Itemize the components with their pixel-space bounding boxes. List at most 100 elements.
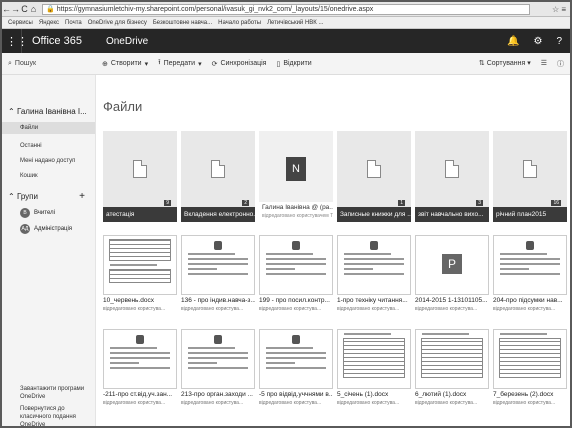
- folder-tile[interactable]: 16 річний план2015: [493, 131, 567, 222]
- group-label: Вчителі: [34, 210, 55, 216]
- avatar: В: [20, 208, 30, 218]
- file-card[interactable]: 213-про орган.заходи ... відредаговано к…: [181, 329, 255, 409]
- folder-name: річний план2015: [493, 207, 567, 222]
- create-label: Створити: [110, 60, 142, 67]
- file-card[interactable]: 204-про підсумки нав... відредаговано ко…: [493, 235, 567, 315]
- nav-files[interactable]: Файли: [2, 122, 95, 134]
- group-item[interactable]: АД Адміністрація: [20, 224, 95, 234]
- nav-recycle[interactable]: Кошик: [20, 173, 95, 179]
- file-card[interactable]: 5_січень (1).docx відредаговано користув…: [337, 329, 411, 409]
- group-item[interactable]: В Вчителі: [20, 208, 95, 218]
- powerpoint-icon: P: [442, 254, 462, 274]
- file-card[interactable]: -5 про відвід.уччнями в... відредаговано…: [259, 329, 333, 409]
- groups-label: Групи: [16, 192, 38, 201]
- file-card[interactable]: 136 - про індив.навча-з... відредаговано…: [181, 235, 255, 315]
- document-preview: [103, 235, 177, 295]
- nav-recent[interactable]: Останні: [20, 143, 95, 149]
- sort-label: Сортування: [486, 59, 526, 67]
- page-title: Файли: [103, 99, 143, 114]
- add-group-icon[interactable]: +: [79, 191, 85, 202]
- file-name: -5 про відвід.уччнями в...: [259, 391, 333, 398]
- list-view-icon[interactable]: ☰: [541, 59, 547, 69]
- document-preview: [103, 329, 177, 389]
- folder-name: Вкладення електронно...: [181, 207, 255, 222]
- left-nav: ⌃ Галина Іванівна І... Файли Останні Мен…: [2, 75, 96, 426]
- file-name: 2014-2015 1-13101105...: [415, 297, 488, 304]
- folder-thumb: [103, 131, 177, 207]
- file-card[interactable]: P 2014-2015 1-13101105... відредаговано …: [415, 235, 489, 315]
- document-icon: [523, 160, 537, 178]
- bookmark-item[interactable]: Летичівський НВК ...: [267, 20, 323, 26]
- folder-tile[interactable]: 3 звіт навчально вихо...: [415, 131, 489, 222]
- document-icon: [133, 160, 147, 178]
- command-bar: ⌕ Пошук ⊕ Створити ▾ ⭱ Передати ▾ ⟳ Синхроні…: [2, 53, 570, 75]
- file-modified: відредаговано користува...: [337, 306, 400, 312]
- help-icon[interactable]: ?: [556, 36, 562, 47]
- file-modified: відредаговано користува...: [493, 400, 556, 406]
- file-modified: відредаговано користува...: [415, 306, 478, 312]
- owner-name[interactable]: ⌃ Галина Іванівна І...: [8, 107, 95, 116]
- document-preview: [415, 329, 489, 389]
- reload-icon[interactable]: C: [20, 2, 29, 17]
- bookmark-item[interactable]: OneDrive для бізнесу: [88, 20, 147, 26]
- notebook-tile[interactable]: N Галина Іванівна @ (ра... відредаговано …: [259, 131, 333, 222]
- folder-tile[interactable]: 9 атестація: [103, 131, 177, 222]
- upload-button[interactable]: ⭱ Передати ▾: [158, 58, 201, 69]
- bell-icon[interactable]: 🔔: [507, 36, 519, 47]
- file-card[interactable]: 199 - про посил.контр... відредаговано к…: [259, 235, 333, 315]
- avatar: АД: [20, 224, 30, 234]
- file-modified: відредаговано користува...: [259, 306, 322, 312]
- browser-menu-icon[interactable]: ☆ ≡: [530, 5, 570, 14]
- document-preview: [259, 329, 333, 389]
- bookmark-item[interactable]: Яндекс: [39, 20, 59, 26]
- file-name: 5_січень (1).docx: [337, 391, 389, 398]
- search-input[interactable]: ⌕ Пошук: [2, 60, 102, 68]
- gear-icon[interactable]: ⚙: [533, 36, 542, 47]
- folder-tile[interactable]: 1 Записные книжки для ...: [337, 131, 411, 222]
- sort-button[interactable]: ⇅ Сортування ▾: [479, 59, 531, 69]
- file-card[interactable]: 1-про техніку читання... відредаговано к…: [337, 235, 411, 315]
- folder-thumb: [493, 131, 567, 207]
- file-name: 1-про техніку читання...: [337, 297, 408, 304]
- bookmark-item[interactable]: Сервисы: [8, 20, 33, 26]
- file-name: 7_березень (2).docx: [493, 391, 554, 398]
- nav-shared[interactable]: Мені надано доступ: [20, 158, 95, 164]
- folder-tile[interactable]: 2 Вкладення електронно...: [181, 131, 255, 222]
- file-modified: відредаговано користува...: [103, 306, 166, 312]
- folder-name: атестація: [103, 207, 177, 222]
- sync-button[interactable]: ⟳ Синхронізація: [212, 58, 267, 69]
- bookmark-item[interactable]: Почта: [65, 20, 82, 26]
- get-apps-link[interactable]: Завантажити програми OneDrive: [20, 385, 90, 401]
- folder-name: звіт навчально вихо...: [415, 207, 489, 222]
- bookmark-item[interactable]: Начало работы: [218, 20, 261, 26]
- app-label[interactable]: OneDrive: [106, 36, 148, 47]
- bookmark-item[interactable]: Безкоштовне навча...: [153, 20, 212, 26]
- url-text: https://gymnasiumletchiv-my.sharepoint.c…: [56, 5, 374, 13]
- document-preview: [181, 235, 255, 295]
- file-card[interactable]: -211-про ст.від.уч.зан... відредаговано …: [103, 329, 177, 409]
- file-name: 213-про орган.заходи ...: [181, 391, 253, 398]
- create-button[interactable]: ⊕ Створити ▾: [102, 58, 148, 69]
- folder-thumb: [181, 131, 255, 207]
- address-bar[interactable]: 🔒 https://gymnasiumletchiv-my.sharepoint.…: [42, 3, 530, 15]
- brand-label[interactable]: Office 365: [32, 35, 82, 47]
- back-icon[interactable]: ←: [2, 2, 11, 17]
- waffle-icon[interactable]: ⋮⋮⋮: [2, 29, 28, 53]
- info-icon[interactable]: ⓘ: [557, 59, 564, 69]
- file-name: -211-про ст.від.уч.зан...: [103, 391, 173, 398]
- groups-header[interactable]: ⌃ Групи +: [8, 191, 95, 202]
- file-modified: відредаговано користува...: [415, 400, 478, 406]
- forward-icon[interactable]: →: [11, 2, 20, 17]
- sort-icon: ⇅: [478, 59, 487, 67]
- document-icon: [445, 160, 459, 178]
- classic-view-link[interactable]: Повернутися до класичного подання OneDri…: [20, 405, 90, 426]
- file-name: 199 - про посил.контр...: [259, 297, 330, 304]
- notebook-thumb: N: [259, 131, 333, 207]
- file-modified: відредаговано користува...: [259, 400, 322, 406]
- open-button[interactable]: ▯ Відкрити: [276, 58, 311, 69]
- file-card[interactable]: 7_березень (2).docx відредаговано корист…: [493, 329, 567, 409]
- file-card[interactable]: 6_лютий (1).docx відредаговано користува…: [415, 329, 489, 409]
- home-icon[interactable]: ⌂: [29, 2, 38, 17]
- suite-bar: ⋮⋮⋮ Office 365 OneDrive 🔔 ⚙ ?: [2, 29, 570, 53]
- file-card[interactable]: 10_червень.docx відредаговано користува.…: [103, 235, 177, 315]
